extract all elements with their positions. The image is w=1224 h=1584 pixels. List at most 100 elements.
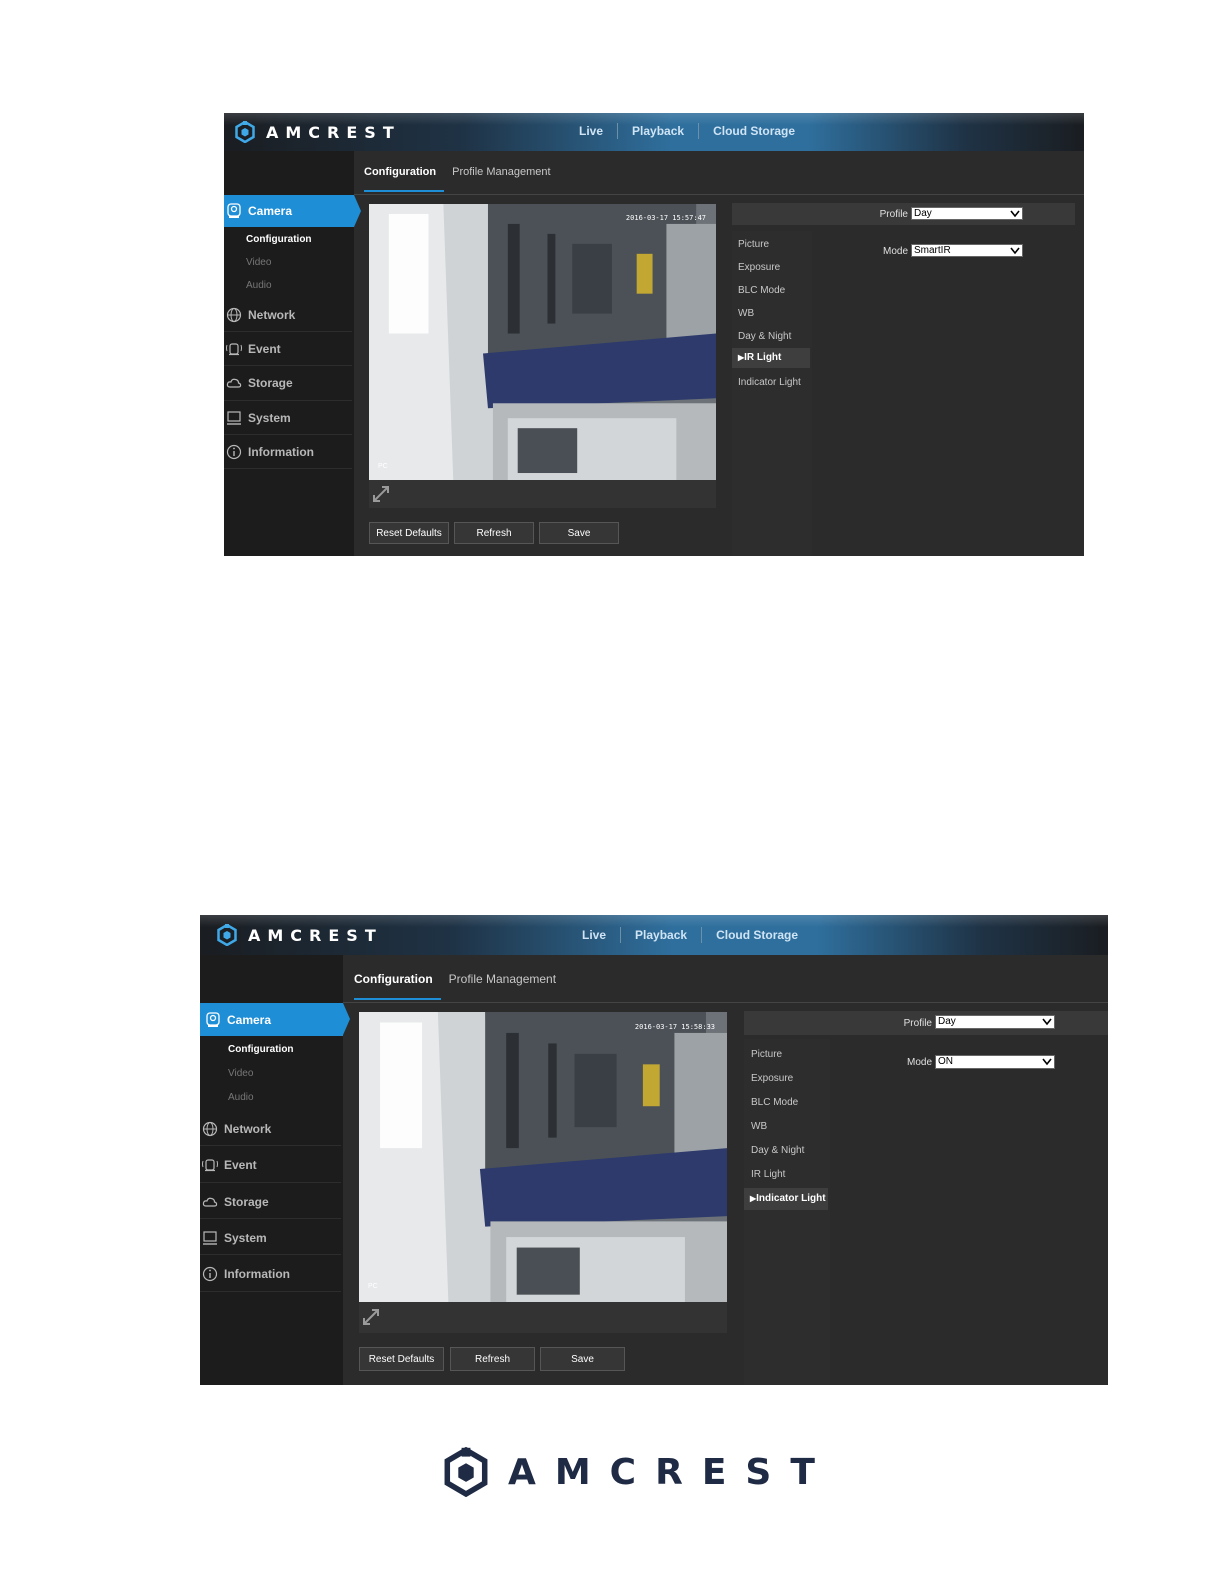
tab-bar: Configuration Profile Management [364, 166, 567, 192]
mode-value: ON [938, 1056, 953, 1067]
menu-day-night[interactable]: Day & Night [751, 1145, 804, 1156]
sidebar-item-label: Event [248, 342, 281, 356]
top-bar: AMCREST Live Playback Cloud Storage [224, 113, 1084, 151]
tab-configuration[interactable]: Configuration [354, 972, 441, 1000]
fullscreen-icon[interactable] [372, 485, 390, 503]
menu-wb[interactable]: WB [751, 1121, 767, 1132]
sidebar-item-camera[interactable]: Camera [224, 195, 361, 227]
chevron-down-icon [1010, 209, 1020, 218]
menu-indicator-light[interactable]: ▶Indicator Light [744, 1188, 828, 1210]
menu-ir-light[interactable]: IR Light [751, 1169, 785, 1180]
nav-live[interactable]: Live [565, 124, 617, 138]
reset-defaults-button[interactable]: Reset Defaults [359, 1347, 444, 1371]
sidebar-item-system[interactable]: System [200, 1228, 341, 1248]
settings-menu: Picture Exposure BLC Mode WB Day & Night… [732, 231, 812, 556]
menu-item-label: Indicator Light [756, 1193, 826, 1204]
save-button[interactable]: Save [539, 522, 619, 544]
sidebar-divider [224, 331, 352, 332]
sidebar-item-event[interactable]: Event [224, 340, 352, 358]
sidebar-divider [200, 1218, 341, 1219]
camera-icon [205, 1012, 221, 1028]
mode-select[interactable]: SmartIR [911, 244, 1023, 257]
menu-day-night[interactable]: Day & Night [738, 331, 791, 342]
profile-value: Day [938, 1016, 956, 1027]
sidebar-sub-configuration[interactable]: Configuration [246, 234, 312, 245]
fullscreen-icon[interactable] [362, 1308, 380, 1326]
sidebar-sub-configuration[interactable]: Configuration [228, 1044, 294, 1055]
profile-select[interactable]: Day [911, 207, 1023, 220]
mode-select[interactable]: ON [935, 1055, 1055, 1069]
profile-select[interactable]: Day [935, 1015, 1055, 1029]
sidebar-sub-audio[interactable]: Audio [246, 280, 272, 291]
monitor-icon [202, 1230, 218, 1246]
sidebar-item-label: Information [224, 1267, 290, 1281]
top-nav: Live Playback Cloud Storage [568, 927, 812, 943]
sidebar-divider [224, 365, 352, 366]
sidebar-item-camera[interactable]: Camera [200, 1003, 350, 1036]
amcrest-logo-icon [216, 924, 238, 946]
video-channel-label: PC [368, 1283, 378, 1290]
menu-blc-mode[interactable]: BLC Mode [751, 1097, 798, 1108]
sidebar-item-label: Camera [227, 1012, 272, 1027]
refresh-button[interactable]: Refresh [454, 522, 534, 544]
brand-name: AMCREST [266, 122, 401, 142]
profile-label: Profile [879, 209, 908, 220]
sidebar-item-network[interactable]: Network [224, 306, 352, 324]
mode-value: SmartIR [914, 245, 951, 256]
tab-configuration[interactable]: Configuration [364, 166, 445, 192]
tab-divider [354, 194, 1084, 195]
menu-item-label: IR Light [744, 352, 782, 363]
sidebar-sub-video[interactable]: Video [246, 257, 271, 268]
top-bar: AMCREST Live Playback Cloud Storage [200, 915, 1108, 955]
nav-cloud-storage[interactable]: Cloud Storage [699, 124, 809, 138]
sidebar-item-storage[interactable]: Storage [224, 374, 352, 392]
refresh-button[interactable]: Refresh [450, 1347, 535, 1371]
menu-indicator-light[interactable]: Indicator Light [738, 377, 801, 388]
sidebar-divider [200, 1145, 341, 1146]
sidebar-item-system[interactable]: System [224, 409, 352, 427]
save-button[interactable]: Save [540, 1347, 625, 1371]
sidebar-item-label: Storage [224, 1195, 269, 1209]
video-channel-label: PC [378, 463, 388, 470]
settings-menu: Picture Exposure BLC Mode WB Day & Night… [744, 1039, 830, 1385]
menu-wb[interactable]: WB [738, 308, 754, 319]
camera-icon [226, 203, 242, 219]
menu-picture[interactable]: Picture [751, 1049, 782, 1060]
sidebar-item-label: Camera [248, 204, 293, 218]
sidebar-sub-audio[interactable]: Audio [228, 1092, 254, 1103]
profile-label: Profile [903, 1018, 932, 1029]
sidebar-item-label: Information [248, 445, 314, 459]
tab-profile-management[interactable]: Profile Management [452, 166, 558, 192]
sidebar-item-information[interactable]: Information [224, 443, 352, 461]
nav-cloud-storage[interactable]: Cloud Storage [702, 928, 812, 942]
amcrest-logo-icon [444, 1447, 488, 1497]
nav-playback[interactable]: Playback [621, 928, 701, 942]
sidebar-item-label: Network [248, 308, 296, 322]
sidebar-item-information[interactable]: Information [200, 1264, 341, 1284]
menu-picture[interactable]: Picture [738, 239, 769, 250]
mode-label: Mode [906, 1057, 932, 1068]
menu-blc-mode[interactable]: BLC Mode [738, 285, 785, 296]
brand: AMCREST [216, 924, 383, 946]
camera-feed-image [369, 204, 716, 480]
sidebar-item-storage[interactable]: Storage [200, 1192, 341, 1212]
menu-ir-light[interactable]: ▶IR Light [732, 348, 810, 368]
screenshot-ir-light-smartir: AMCREST Live Playback Cloud Storage Came… [224, 113, 1084, 556]
sidebar-divider [200, 1291, 341, 1292]
menu-exposure[interactable]: Exposure [738, 262, 780, 273]
reset-defaults-button[interactable]: Reset Defaults [369, 522, 449, 544]
chevron-down-icon [1010, 246, 1020, 255]
video-toolbar [369, 480, 716, 508]
footer-brand-name: AMCREST [508, 1451, 834, 1493]
nav-live[interactable]: Live [568, 928, 620, 942]
cloud-icon [226, 375, 242, 391]
video-preview: 2016-03-17 15:57:47 PC [369, 204, 716, 480]
sidebar-item-event[interactable]: Event [200, 1155, 341, 1175]
sidebar-sub-video[interactable]: Video [228, 1068, 253, 1079]
nav-playback[interactable]: Playback [618, 124, 698, 138]
tab-profile-management[interactable]: Profile Management [449, 972, 564, 1000]
menu-exposure[interactable]: Exposure [751, 1073, 793, 1084]
bell-icon [202, 1157, 218, 1173]
sidebar-item-network[interactable]: Network [200, 1119, 341, 1139]
cloud-icon [202, 1194, 218, 1210]
